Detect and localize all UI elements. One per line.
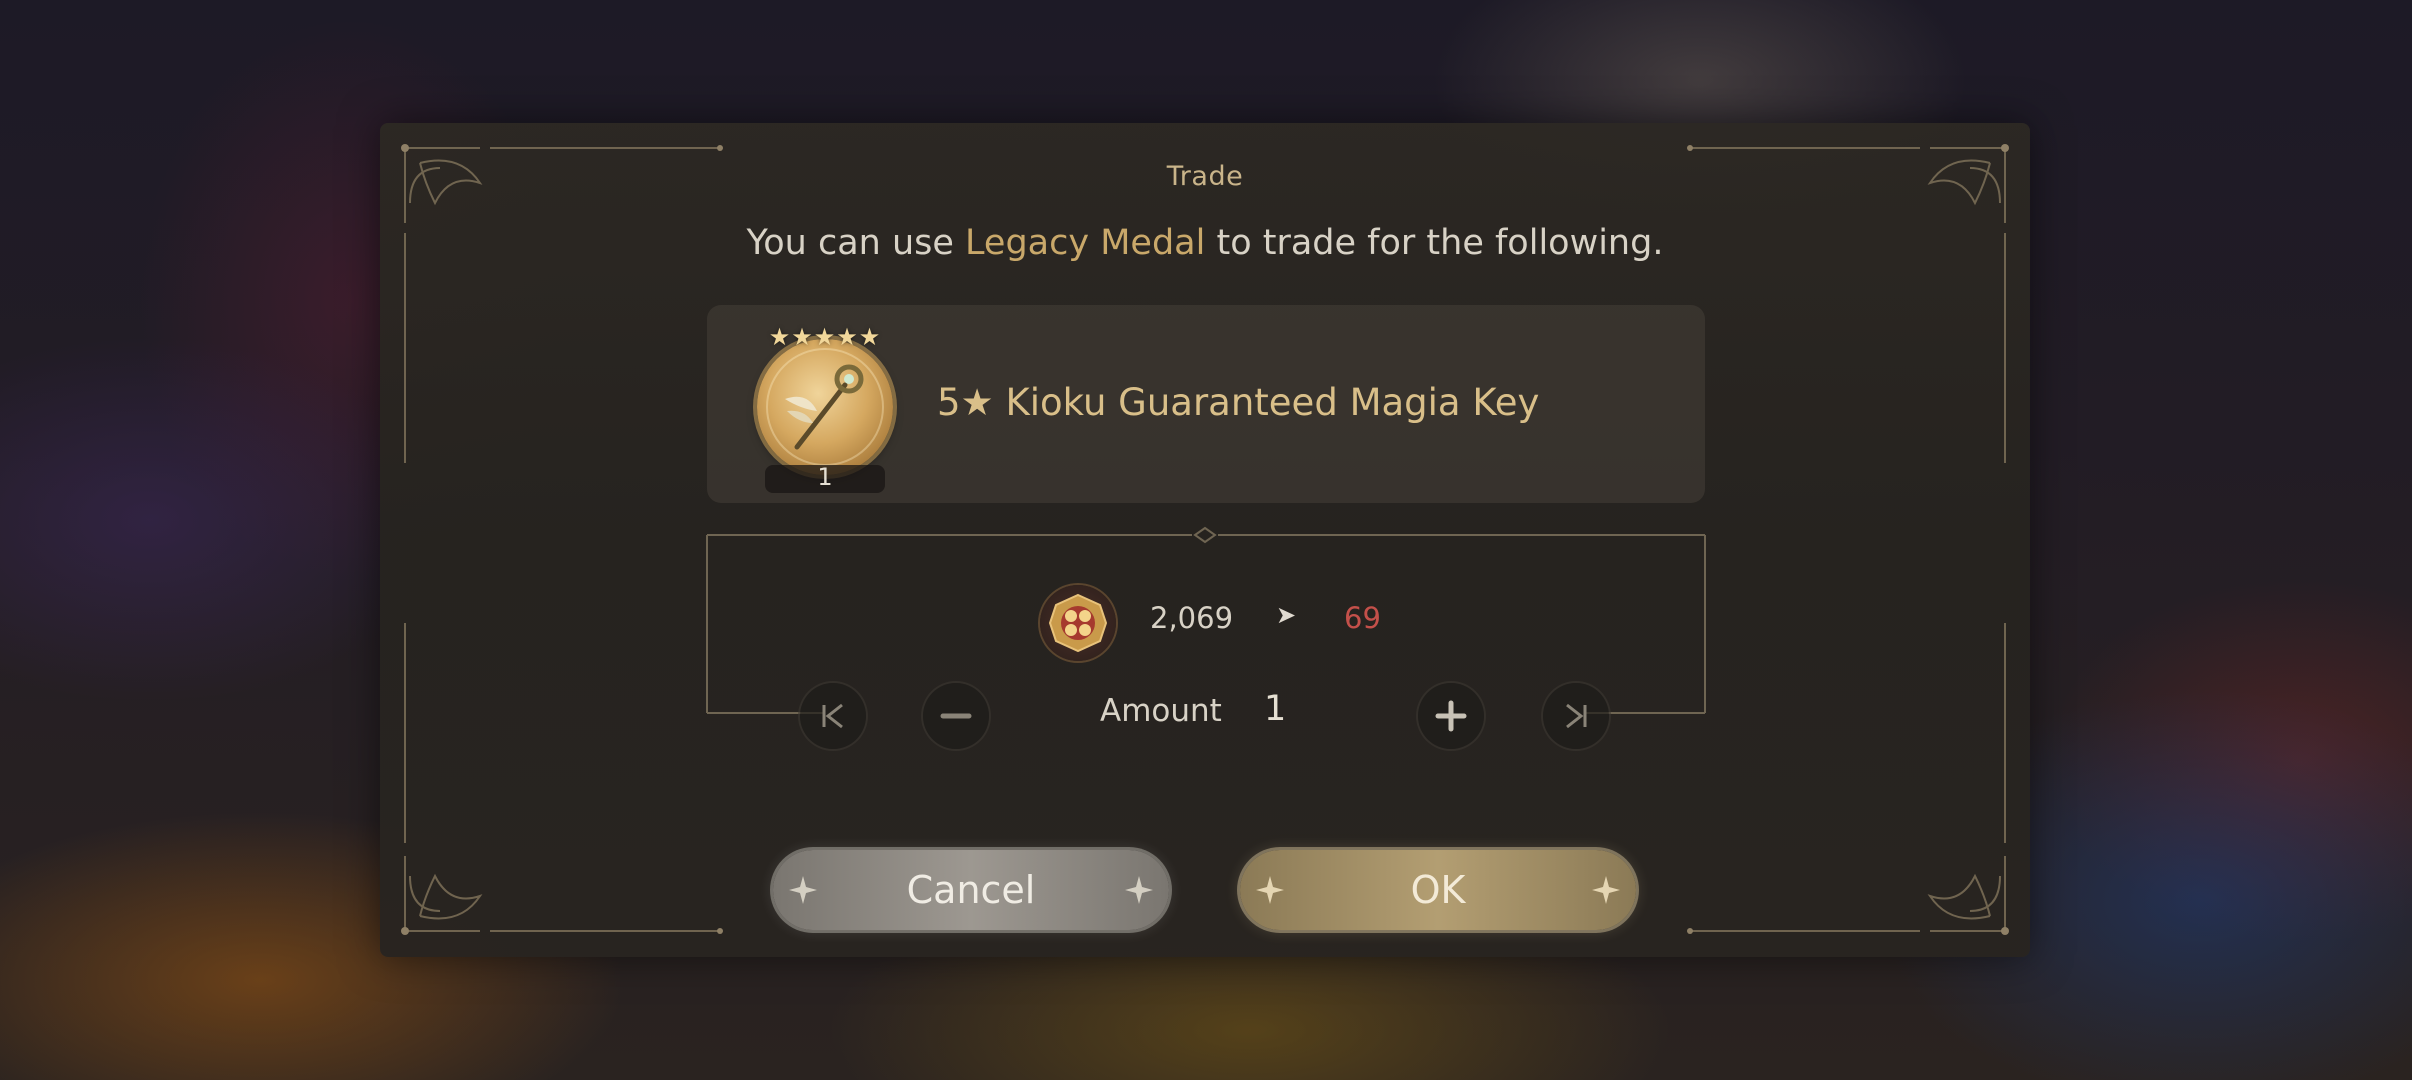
ok-button-label: OK [1410, 868, 1466, 912]
sparkle-icon [1256, 876, 1284, 904]
item-count: 1 [817, 463, 833, 491]
currency-after-amount: 69 [1344, 601, 1381, 635]
max-amount-button[interactable] [1543, 683, 1609, 749]
sparkle-icon [1125, 876, 1153, 904]
dialog-title: Trade [1166, 161, 1244, 192]
minus-icon [940, 713, 972, 719]
min-amount-button[interactable] [800, 683, 866, 749]
arrow-right-icon: ➤ [1276, 601, 1297, 629]
ok-button[interactable]: OK [1240, 850, 1636, 930]
item-name: 5★ Kioku Guaranteed Magia Key [937, 381, 1540, 424]
trade-dialog: Trade You can use Legacy Medal to trade … [380, 123, 2030, 957]
decrease-amount-button[interactable] [923, 683, 989, 749]
subtitle-currency-name: Legacy Medal [965, 223, 1206, 263]
sparkle-icon [1592, 876, 1620, 904]
cancel-button-label: Cancel [906, 868, 1036, 912]
rarity-stars: ★★★★★ [768, 323, 882, 351]
magia-key-icon [757, 339, 893, 475]
skip-to-start-icon [822, 703, 843, 729]
subtitle-text-pre: You can use [746, 223, 966, 263]
subtitle-text-post: to trade for the following. [1205, 223, 1664, 263]
skip-to-end-icon [1566, 703, 1587, 729]
increase-amount-button[interactable] [1418, 683, 1484, 749]
legacy-medal-icon [1040, 585, 1116, 661]
plus-icon [1435, 700, 1467, 732]
dialog-subtitle: You can use Legacy Medal to trade for th… [380, 223, 2030, 263]
amount-label: Amount [1100, 693, 1222, 729]
amount-value: 1 [1264, 689, 1287, 729]
sparkle-icon [789, 876, 817, 904]
cancel-button[interactable]: Cancel [773, 850, 1169, 930]
reward-item-card: ★★★★★ 1 5★ Kioku Guaranteed Magia Key [707, 305, 1705, 503]
currency-current-amount: 2,069 [1150, 601, 1234, 635]
